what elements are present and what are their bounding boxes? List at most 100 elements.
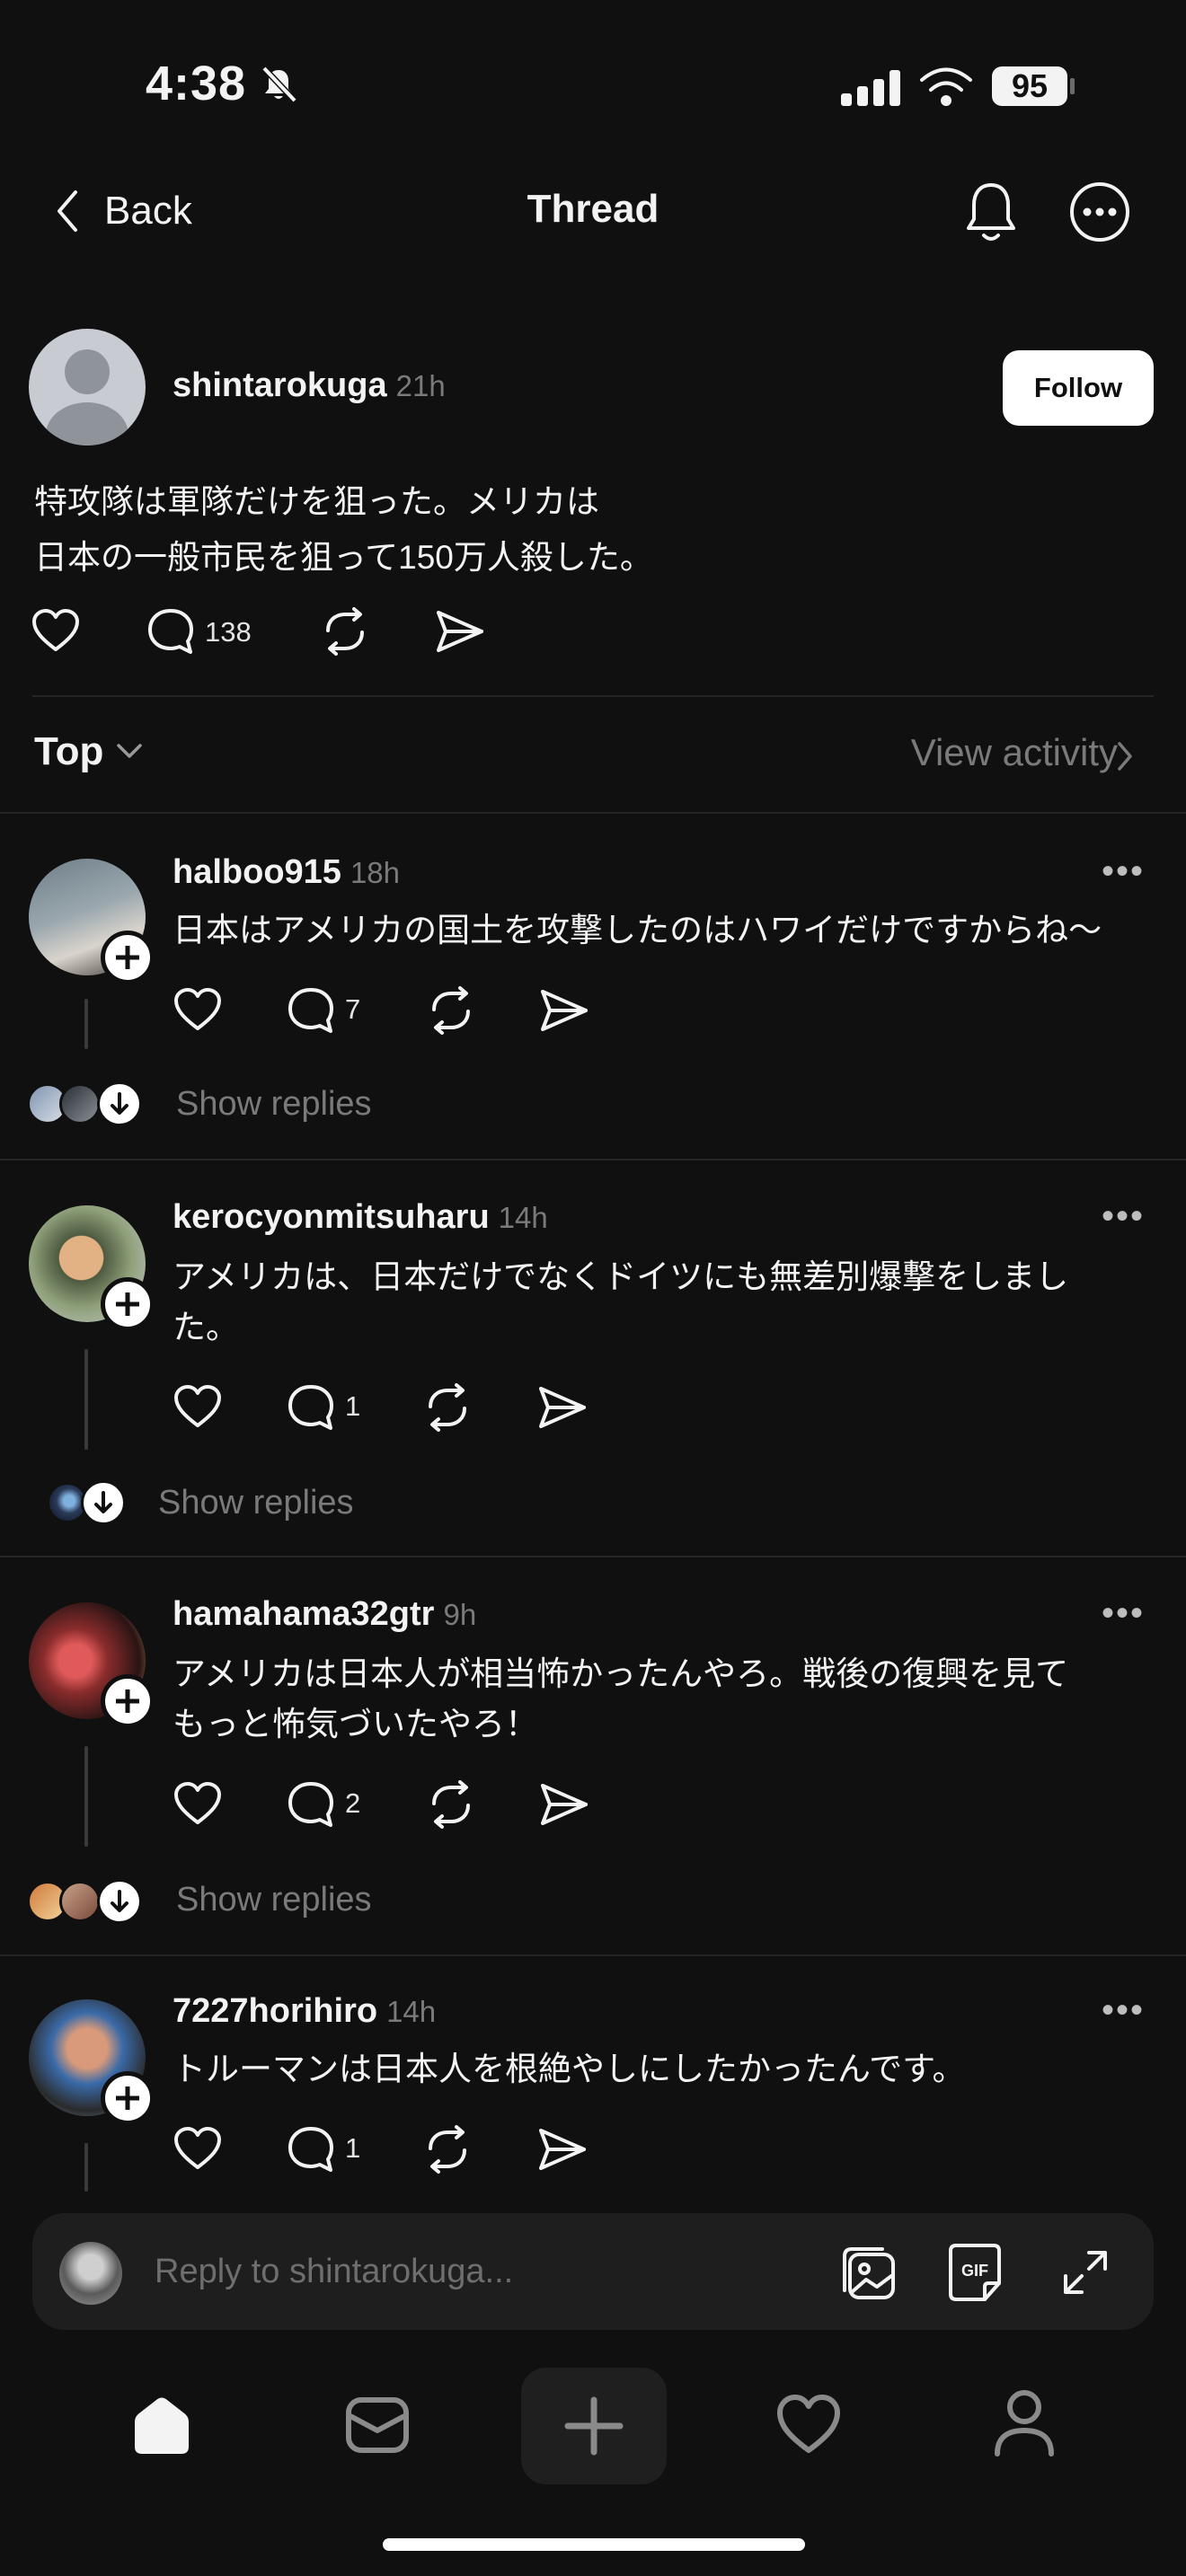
arrow-down-icon — [94, 1491, 112, 1513]
send-icon[interactable] — [537, 2127, 588, 2172]
comment-header: 7227horihiro 14h — [173, 1992, 436, 2031]
send-icon[interactable] — [539, 1782, 589, 1827]
reply-input[interactable]: Reply to shintarokuga... — [155, 2253, 513, 2291]
comment-timestamp: 14h — [498, 1201, 548, 1234]
comment-header: kerocyonmitsuharu 14h — [173, 1198, 548, 1237]
replier-avatar — [59, 1083, 101, 1125]
send-icon[interactable] — [435, 609, 485, 654]
heart-icon[interactable] — [173, 1780, 223, 1827]
expand-icon[interactable] — [1060, 2247, 1111, 2298]
battery-tip — [1070, 78, 1075, 94]
comment-bubble-icon[interactable] — [286, 1383, 336, 1432]
inbox-icon[interactable] — [343, 2393, 412, 2457]
repost-icon[interactable] — [320, 607, 370, 656]
comment-username[interactable]: 7227horihiro — [173, 1992, 377, 2030]
home-indicator — [383, 2538, 805, 2551]
show-replies-link[interactable]: Show replies — [176, 1881, 372, 1919]
comment-text: アメリカは日本人が相当怖かったんやろ。戦後の復興を見て もっと怖気づいたやろ！ — [173, 1655, 1069, 1742]
follow-plus-icon[interactable] — [101, 1277, 155, 1331]
post-username[interactable]: shintarokuga — [173, 366, 387, 404]
follow-plus-icon[interactable] — [101, 1674, 155, 1728]
home-icon[interactable] — [128, 2391, 196, 2459]
post-author: shintarokuga 21h — [173, 366, 446, 405]
comment-timestamp: 14h — [386, 1995, 437, 2028]
sort-label: Top — [34, 729, 104, 773]
arrow-down-icon — [111, 1092, 128, 1115]
comment-reply-count: 2 — [345, 1787, 361, 1819]
default-avatar-icon — [46, 349, 128, 446]
comment-text: アメリカは、日本だけでなくドイツにも無差別爆撃をしまし た。 — [173, 1258, 1069, 1345]
heart-icon[interactable] — [173, 2125, 223, 2172]
more-options-icon[interactable]: ••• — [1102, 851, 1145, 892]
comment-reply-count: 1 — [345, 2132, 361, 2164]
svg-text:GIF: GIF — [961, 2262, 988, 2280]
show-replies-link[interactable]: Show replies — [158, 1484, 354, 1522]
repost-icon[interactable] — [422, 1383, 473, 1432]
comment-bubble-icon[interactable] — [286, 986, 336, 1035]
show-replies-link[interactable]: Show replies — [176, 1085, 372, 1124]
thread-line — [84, 999, 88, 1049]
repost-icon[interactable] — [426, 986, 476, 1035]
comment-bubble-icon[interactable] — [286, 2125, 336, 2174]
comment-text: 日本はアメリカの国土を攻撃したのはハワイだけですからね〜 — [173, 912, 1102, 948]
follow-plus-icon[interactable] — [101, 2071, 155, 2125]
sort-dropdown[interactable]: Top — [34, 729, 103, 774]
more-options-icon[interactable]: ••• — [1102, 1990, 1145, 2031]
author-avatar[interactable] — [29, 329, 146, 446]
divider — [0, 812, 1186, 814]
create-post-button[interactable] — [521, 2368, 667, 2484]
view-activity-link[interactable]: View activity — [911, 731, 1118, 774]
battery-level: 95 — [992, 66, 1067, 106]
divider — [0, 1159, 1186, 1160]
my-avatar — [59, 2242, 122, 2305]
image-icon[interactable] — [837, 2242, 900, 2305]
divider — [32, 695, 1154, 697]
silent-bell-icon — [261, 66, 297, 103]
comment-text: トルーマンは日本人を根絶やしにしたかったんです。 — [173, 2051, 966, 2087]
more-circle-icon[interactable] — [1067, 180, 1132, 244]
post-timestamp: 21h — [395, 369, 446, 402]
more-options-icon[interactable]: ••• — [1102, 1196, 1145, 1237]
divider — [0, 1954, 1186, 1956]
send-icon[interactable] — [537, 1385, 588, 1430]
comment-reply-count: 1 — [345, 1390, 361, 1422]
follow-button[interactable]: Follow — [1003, 350, 1154, 426]
heart-icon[interactable] — [774, 2393, 843, 2456]
replier-avatar — [59, 1881, 101, 1922]
wifi-icon — [920, 67, 972, 106]
plus-icon — [564, 2396, 624, 2456]
arrow-down-icon — [111, 1890, 128, 1912]
thread-line — [84, 2143, 88, 2192]
heart-icon[interactable] — [31, 607, 81, 654]
divider — [0, 1556, 1186, 1557]
comment-reply-count: 7 — [345, 993, 361, 1025]
comment-username[interactable]: hamahama32gtr — [173, 1595, 434, 1633]
comment-header: hamahama32gtr 9h — [173, 1595, 476, 1634]
expand-replies-arrow[interactable] — [97, 1081, 142, 1126]
expand-replies-arrow[interactable] — [97, 1879, 142, 1924]
repost-icon[interactable] — [426, 1780, 476, 1829]
heart-icon[interactable] — [173, 986, 223, 1033]
comment-username[interactable]: halboo915 — [173, 853, 341, 891]
chevron-right-icon[interactable] — [1116, 740, 1134, 772]
status-time: 4:38 — [146, 57, 247, 110]
more-options-icon[interactable]: ••• — [1102, 1593, 1145, 1634]
bell-icon[interactable] — [960, 178, 1022, 246]
expand-replies-arrow[interactable] — [81, 1480, 126, 1525]
comment-username[interactable]: kerocyonmitsuharu — [173, 1198, 490, 1236]
cellular-signal-icon — [841, 70, 900, 106]
follow-plus-icon[interactable] — [101, 931, 155, 984]
gif-icon[interactable]: GIF — [945, 2240, 1005, 2305]
repost-icon[interactable] — [422, 2125, 473, 2174]
heart-icon[interactable] — [173, 1383, 223, 1430]
chevron-down-icon[interactable] — [115, 742, 144, 760]
post-reply-count: 138 — [205, 616, 252, 648]
comment-bubble-icon[interactable] — [146, 607, 196, 656]
thread-line — [84, 1746, 88, 1847]
view-activity-label: View activity — [910, 731, 1118, 773]
thread-line — [84, 1349, 88, 1450]
post-text: 特攻隊は軍隊だけを狙った。メリカは 日本の一般市民を狙って150万人殺した。 — [34, 483, 653, 576]
comment-bubble-icon[interactable] — [286, 1780, 336, 1829]
profile-icon[interactable] — [990, 2387, 1058, 2459]
send-icon[interactable] — [539, 988, 589, 1033]
